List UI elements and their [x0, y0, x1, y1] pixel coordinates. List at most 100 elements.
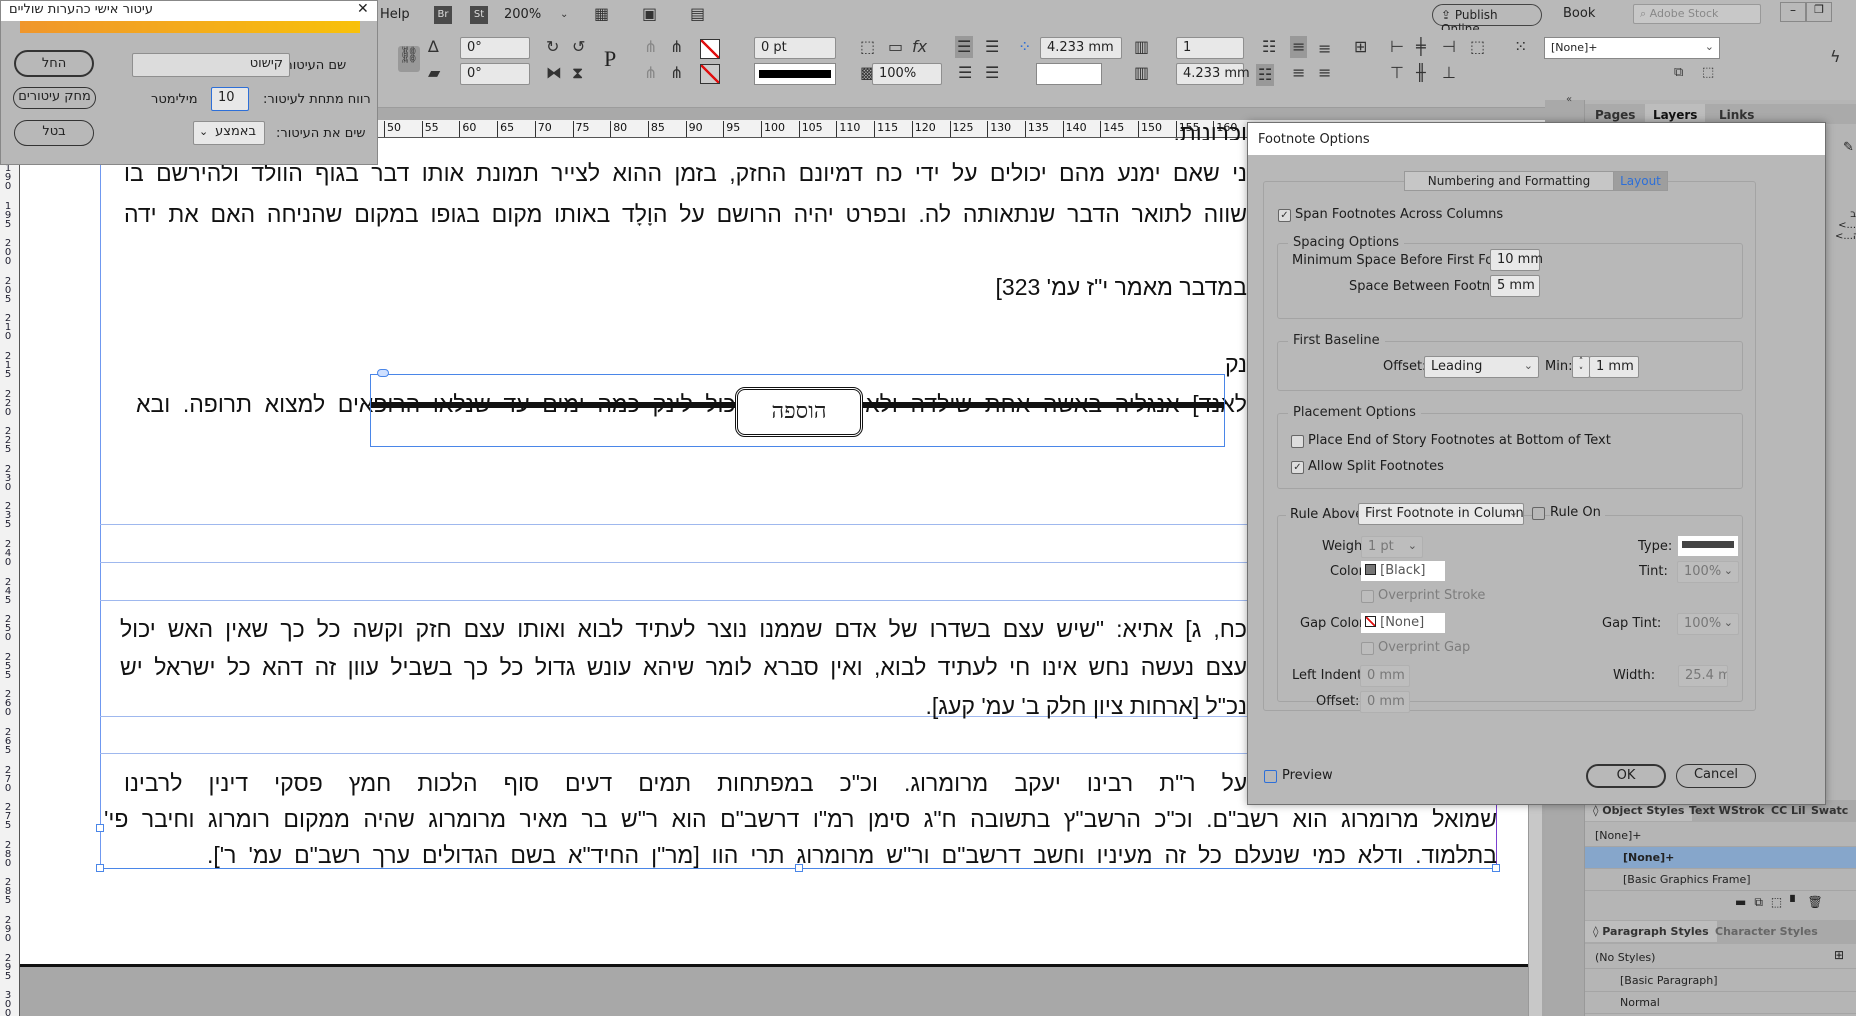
vertical-justify-bottom-icon[interactable]: ≡: [1292, 64, 1305, 82]
text-line[interactable]: וכרונות.: [900, 118, 1247, 140]
select-previous-icon[interactable]: ⋔: [670, 38, 683, 56]
stroke-weight-field[interactable]: 0 pt: [754, 37, 836, 59]
text-line[interactable]: נכ"ל [ארחות ציון חלק ב' עמ' קעג].: [800, 691, 1247, 721]
min-stepper[interactable]: ˄ ˅: [1572, 356, 1590, 378]
gap-tint-select[interactable]: 100% ⌄: [1677, 613, 1739, 635]
clear-attributes-icon[interactable]: ⬚: [1702, 64, 1714, 82]
paragraph-style-item[interactable]: [Basic Paragraph]: [1585, 970, 1856, 992]
preview-checkbox[interactable]: [1264, 770, 1277, 783]
align-top-text-icon[interactable]: ☰: [955, 36, 974, 58]
delete-ornaments-button[interactable]: מחק עיטורים: [13, 87, 96, 109]
layer-row[interactable]: ה...>: [1835, 231, 1856, 242]
split-columns-icon[interactable]: ☷: [1256, 64, 1275, 86]
rule-above-select[interactable]: First Footnote in Column ⌄: [1358, 503, 1524, 525]
left-indent-field[interactable]: 0 mm: [1360, 665, 1410, 687]
adobe-stock-search[interactable]: ⌕ Adobe Stock: [1633, 4, 1761, 24]
object-style-select[interactable]: [None]+ ⌄: [1544, 37, 1720, 59]
rotation-angle-field[interactable]: 0°: [460, 37, 530, 59]
align-top-edges-icon[interactable]: ⊤: [1390, 64, 1404, 82]
flip-vertical-icon[interactable]: ⧗: [572, 64, 583, 82]
restore-button[interactable]: ❐: [1806, 2, 1832, 22]
vertical-justify-center-icon[interactable]: ≡: [1318, 40, 1331, 58]
rule-on-checkbox[interactable]: [1532, 507, 1545, 520]
fill-swatch[interactable]: [700, 39, 720, 59]
clear-overrides-icon[interactable]: ⧉: [1754, 895, 1771, 909]
workspace-switcher[interactable]: Book: [1563, 6, 1595, 21]
select-content-icon[interactable]: ⋔: [644, 64, 657, 82]
selected-ornament-frame[interactable]: הוספה: [370, 369, 1225, 447]
tab-paragraph-styles[interactable]: ◊ Paragraph Styles: [1585, 921, 1717, 942]
screen-mode-icon[interactable]: ▣: [642, 5, 657, 23]
vertical-justify-top-icon[interactable]: ≡: [1290, 36, 1308, 58]
new-style-plus-icon[interactable]: ⊞: [1834, 948, 1844, 962]
rotate-ccw-icon[interactable]: ↺: [572, 38, 585, 56]
cancel-button[interactable]: Cancel: [1676, 764, 1756, 788]
span-columns-icon[interactable]: ☷: [1262, 38, 1276, 56]
gap-color-select[interactable]: [None]: [1361, 613, 1445, 633]
columns-field[interactable]: 1: [1176, 37, 1244, 59]
text-line[interactable]: שווה לתואר הדבר שנתאותה לה. ובפרט יהיה ה…: [124, 199, 1247, 229]
flip-horizontal-icon[interactable]: ⧓: [546, 64, 562, 82]
align-vertical-centers-icon[interactable]: ╫: [1416, 64, 1426, 82]
apply-button[interactable]: החל: [14, 50, 94, 77]
new-group-icon[interactable]: ▬: [1735, 895, 1754, 909]
stroke-type-select[interactable]: [754, 63, 836, 85]
color-select[interactable]: [Black]: [1361, 561, 1445, 581]
anchor-link-icon[interactable]: [377, 369, 389, 377]
bridge-button[interactable]: Br: [434, 6, 452, 24]
effects-fx-icon[interactable]: fx: [912, 38, 927, 56]
paragraph-style-item[interactable]: Normal: [1585, 992, 1856, 1014]
trash-icon[interactable]: 🗑: [1808, 895, 1831, 909]
arrange-documents-icon[interactable]: ▤: [690, 5, 705, 23]
chevron-down-icon[interactable]: ⌄: [560, 6, 568, 24]
view-options-icon[interactable]: ▦: [594, 5, 609, 23]
justify-text-icon[interactable]: ☰: [985, 64, 999, 82]
constrain-link-icon[interactable]: ⛓: [398, 46, 420, 72]
auto-size-icon[interactable]: ⁘: [1018, 38, 1031, 56]
overprint-stroke-checkbox[interactable]: [1361, 590, 1374, 603]
opacity-field[interactable]: 100%: [872, 63, 942, 85]
drop-shadow-icon[interactable]: ▭: [888, 38, 903, 56]
rotate-cw-icon[interactable]: ↻: [546, 38, 559, 56]
shear-angle-field[interactable]: 0°: [460, 63, 530, 85]
type-select[interactable]: [1678, 536, 1738, 556]
width-field[interactable]: 25.4 mm: [1678, 665, 1728, 687]
place-end-of-story-checkbox[interactable]: [1291, 435, 1304, 448]
vertical-ruler[interactable]: 190 195 200 205 210 215 220 225 230 235 240 245 250 2…: [0, 138, 20, 1016]
corner-options-icon[interactable]: ⬚: [860, 38, 875, 56]
quick-apply-lightning-icon[interactable]: ϟ: [1830, 48, 1841, 66]
align-left-edges-icon[interactable]: ⊢: [1390, 38, 1404, 56]
weight-select[interactable]: 1 pt ⌄: [1361, 536, 1423, 558]
tab-numbering-formatting[interactable]: Numbering and Formatting: [1404, 171, 1614, 191]
align-bottom-edges-icon[interactable]: ⊥: [1442, 64, 1456, 82]
allow-split-checkbox[interactable]: ✓: [1291, 461, 1304, 474]
zoom-level[interactable]: 200%: [504, 7, 541, 22]
close-icon[interactable]: ✕: [357, 1, 369, 17]
collapse-panels-icon[interactable]: «: [1566, 94, 1572, 105]
vertical-justify-justify-icon[interactable]: ≡: [1318, 64, 1331, 82]
text-frame-options-icon[interactable]: ⊞: [1354, 38, 1367, 56]
column-gutter-field[interactable]: 4.233 mm: [1176, 63, 1250, 85]
new-style-icon[interactable]: ▘: [1790, 895, 1807, 909]
align-bottom-text-icon[interactable]: ☰: [958, 64, 972, 82]
menu-help[interactable]: Help: [380, 7, 410, 22]
stock-button[interactable]: St: [470, 6, 488, 24]
align-horizontal-centers-icon[interactable]: ╪: [1416, 38, 1426, 56]
object-style-item-selected[interactable]: [None]+: [1585, 847, 1856, 869]
layer-row[interactable]: ב ...>: [1835, 209, 1856, 231]
select-container-icon[interactable]: ⋔: [644, 38, 657, 56]
offset-rule-field[interactable]: 0 mm: [1360, 691, 1410, 713]
overprint-gap-checkbox[interactable]: [1361, 642, 1374, 655]
min-field[interactable]: 1 mm: [1589, 356, 1639, 378]
space-between-field[interactable]: 5 mm: [1490, 275, 1540, 297]
frame-handle[interactable]: [96, 864, 104, 872]
align-to-selection-icon[interactable]: ⬚: [1470, 38, 1485, 56]
clear-attributes-icon[interactable]: ⬚: [1771, 895, 1790, 909]
cancel-button[interactable]: בטל: [14, 120, 94, 146]
stroke-swatch[interactable]: [700, 64, 720, 84]
align-right-edges-icon[interactable]: ⊣: [1442, 38, 1456, 56]
minimize-button[interactable]: –: [1780, 2, 1806, 22]
text-line[interactable]: עצם נעשה נחש אינו חי לעתיד לבוא, ואין סב…: [120, 652, 1247, 682]
text-line[interactable]: כח, ג] אתיא: "שיש עצם בשדרו של אדם שממנו…: [120, 614, 1247, 644]
tint-select[interactable]: 100% ⌄: [1677, 561, 1739, 583]
